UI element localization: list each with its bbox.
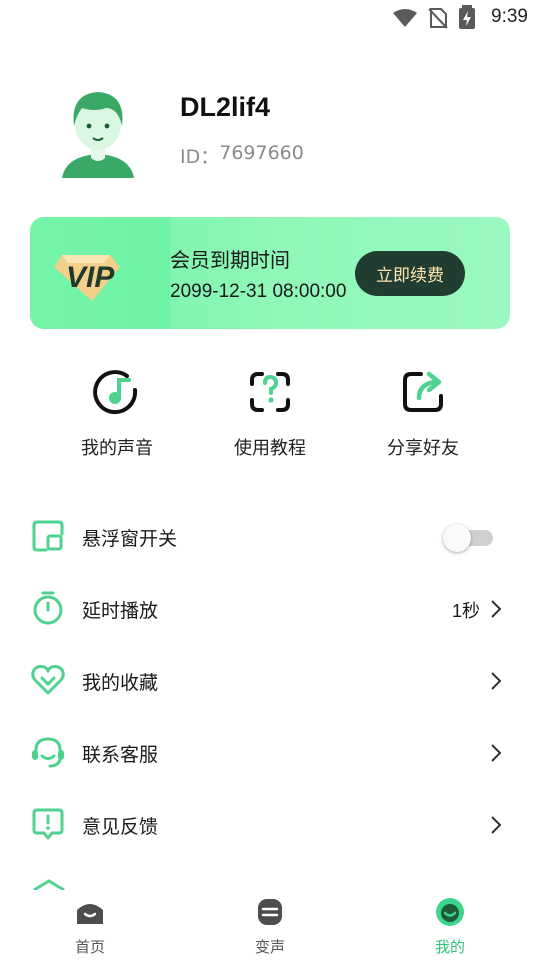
quick-action-label: 我的声音 (81, 438, 153, 459)
feedback-icon (32, 808, 64, 840)
quick-action-label: 使用教程 (234, 438, 306, 459)
nav-label: 我的 (434, 938, 465, 956)
menu-item-delay-playback[interactable]: 延时播放 1秒 (0, 573, 540, 645)
headset-icon (32, 737, 64, 768)
quick-action-label: 分享好友 (387, 438, 459, 459)
chevron-right-icon (491, 600, 502, 618)
stopwatch-icon (33, 591, 63, 625)
chevron-right-icon (491, 816, 502, 834)
chevron-right-icon (491, 672, 502, 690)
vip-badge-text: VIP (66, 261, 115, 294)
menu-item-label: 我的收藏 (82, 672, 159, 694)
wifi-icon (393, 9, 417, 27)
menu-item-feedback[interactable]: 意见反馈 (0, 789, 540, 861)
bottom-nav: 首页 变声 我的 (0, 890, 540, 960)
voice-change-icon (258, 899, 282, 925)
status-bar: 9:39 (0, 0, 540, 36)
vip-card[interactable]: VIP 会员到期时间 2099-12-31 08:00:00 立即续费 (30, 217, 510, 329)
delay-value: 1秒 (451, 601, 480, 621)
nav-tab-home[interactable]: 首页 (30, 896, 150, 957)
quick-action-share[interactable]: 分享好友 (348, 368, 498, 460)
no-sim-icon (428, 8, 448, 29)
nav-label: 首页 (74, 938, 105, 956)
vip-expiry-title: 会员到期时间 (170, 248, 290, 272)
avatar[interactable] (58, 86, 138, 182)
menu-item-label: 联系客服 (82, 744, 159, 766)
vip-expiry-date: 2099-12-31 08:00:00 (170, 281, 347, 302)
profile-face-icon (436, 898, 464, 926)
home-icon (77, 904, 103, 924)
floating-window-toggle[interactable] (443, 523, 495, 552)
renew-button[interactable]: 立即续费 (355, 251, 465, 296)
toggle-knob (443, 524, 471, 552)
user-id-label: ID： (180, 146, 220, 168)
user-id-value: 7697660 (219, 142, 304, 164)
username: DL2lif4 (180, 92, 271, 122)
chevron-right-icon (491, 744, 502, 762)
question-mark-icon (250, 372, 290, 412)
menu-item-floating-window: 悬浮窗开关 (0, 501, 540, 573)
music-note-icon (93, 370, 138, 415)
menu-item-favorites[interactable]: 我的收藏 (0, 645, 540, 717)
battery-charging-icon (459, 5, 475, 29)
menu-item-customer-service[interactable]: 联系客服 (0, 717, 540, 789)
nav-tab-mine[interactable]: 我的 (390, 896, 510, 957)
quick-action-my-voice[interactable]: 我的声音 (42, 368, 192, 460)
nav-tab-voice-change[interactable]: 变声 (210, 896, 330, 957)
heart-icon (31, 664, 65, 695)
quick-action-tutorial[interactable]: 使用教程 (195, 368, 345, 460)
share-arrow-icon (403, 371, 443, 412)
nav-label: 变声 (254, 938, 285, 956)
clock: 9:39 (491, 6, 528, 27)
user-id: ID： 7697660 (180, 142, 304, 169)
vip-badge-icon: VIP (54, 255, 120, 301)
floating-window-icon (32, 520, 64, 552)
menu-item-label: 悬浮窗开关 (82, 528, 178, 550)
menu-item-label: 意见反馈 (82, 816, 159, 838)
menu-item-label: 延时播放 (82, 600, 159, 622)
